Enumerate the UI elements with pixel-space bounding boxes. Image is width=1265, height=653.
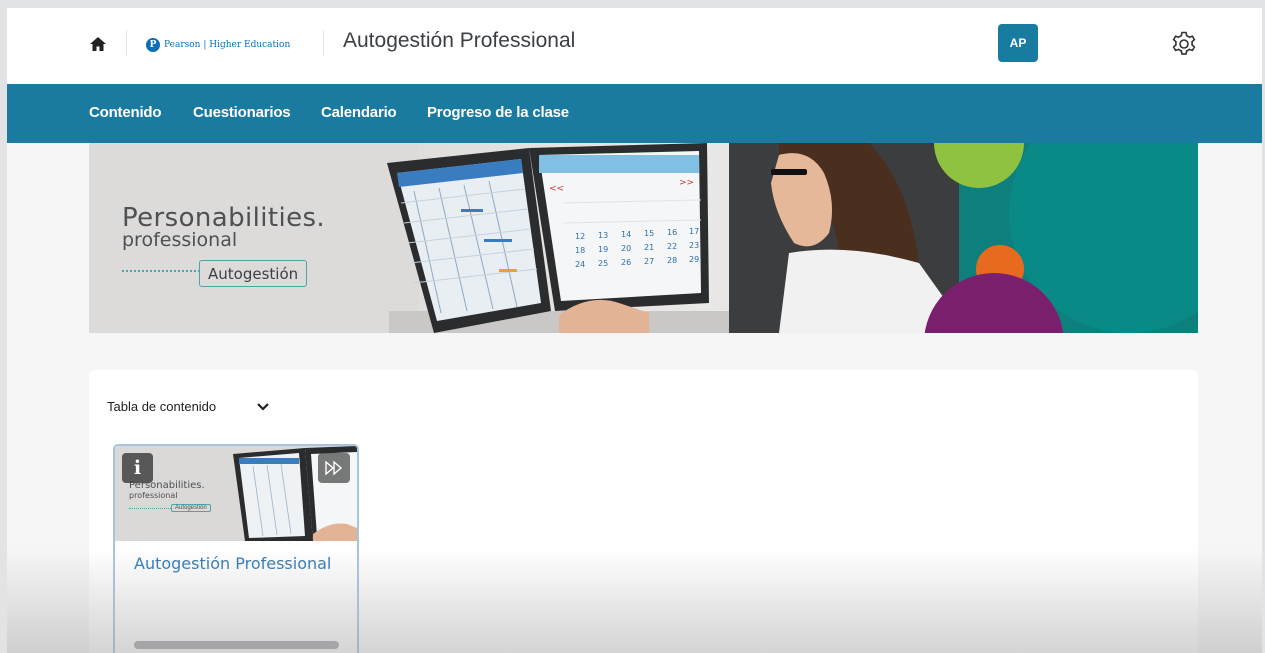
nav-bar: Contenido Cuestionarios Calendario Progr… <box>7 84 1262 143</box>
pearson-logo-mark: P <box>146 38 160 52</box>
header-separator <box>126 30 127 56</box>
calendar-day-number: 24 <box>575 260 585 269</box>
header: P Pearson | Higher Education Autogestión… <box>7 8 1262 84</box>
nav-item-cuestionarios[interactable]: Cuestionarios <box>193 104 291 121</box>
calendar-day-number: 13 <box>598 231 608 240</box>
username-redaction <box>1050 30 1154 52</box>
chevron-down-icon[interactable] <box>256 402 270 412</box>
nav-item-contenido[interactable]: Contenido <box>89 104 162 121</box>
calendar-day-number: 17 <box>689 227 699 236</box>
content-card: Tabla de contenido Personabilities. prof… <box>89 370 1198 653</box>
tile-brand-divider <box>129 508 171 509</box>
banner-brand-tag: Autogestión <box>199 260 308 287</box>
calendar-day-number: 14 <box>621 230 631 239</box>
course-tile-title[interactable]: Autogestión Professional <box>134 555 334 573</box>
calendar-day-number: 29 <box>689 255 699 264</box>
pearson-logo[interactable]: P Pearson | Higher Education <box>146 36 290 54</box>
calendar-day-number: 15 <box>644 229 654 238</box>
calendar-day-number: 28 <box>667 256 677 265</box>
banner-brand-divider <box>122 270 200 272</box>
calendar-day-number: 25 <box>598 259 608 268</box>
calendar-day-number: 26 <box>621 258 631 267</box>
tile-brand-tag: Autogestión <box>171 504 211 512</box>
avatar[interactable]: AP <box>998 24 1038 62</box>
calendar-day-number: 20 <box>621 244 631 253</box>
gear-icon[interactable] <box>1169 29 1199 59</box>
home-icon[interactable] <box>88 34 108 54</box>
toc-toggle-label[interactable]: Tabla de contenido <box>107 399 216 414</box>
course-tile[interactable]: Personabilities. professional Autogestió… <box>113 444 359 653</box>
course-tile-progress-bar <box>134 641 339 649</box>
calendar-day-number: 19 <box>598 245 608 254</box>
info-button[interactable]: i <box>122 453 153 483</box>
svg-text:>>: >> <box>679 178 694 188</box>
header-separator <box>323 30 324 56</box>
banner-brand-subtitle: professional <box>122 229 238 251</box>
banner-illustration: << >> 12 13 14 15 16 17 18 19 20 21 22 2… <box>89 143 1198 333</box>
play-forward-button[interactable] <box>318 453 350 483</box>
calendar-day-number: 21 <box>644 243 654 252</box>
window-left-edge <box>0 8 7 653</box>
calendar-day-number: 12 <box>575 232 585 241</box>
course-title[interactable]: Autogestión Professional <box>343 29 575 53</box>
calendar-day-number: 22 <box>667 242 677 251</box>
calendar-day-number: 18 <box>575 246 585 255</box>
info-icon: i <box>133 457 142 479</box>
course-banner: << >> 12 13 14 15 16 17 18 19 20 21 22 2… <box>89 143 1198 333</box>
tile-brand-subtitle: professional <box>129 491 178 500</box>
window-top-strip <box>0 0 1265 8</box>
calendar-day-number: 16 <box>667 228 677 237</box>
course-tile-thumbnail: Personabilities. professional Autogestió… <box>115 446 357 541</box>
nav-item-progreso[interactable]: Progreso de la clase <box>427 104 569 121</box>
calendar-day-number: 23 <box>689 241 699 250</box>
svg-text:<<: << <box>549 184 564 194</box>
calendar-day-number: 27 <box>644 257 654 266</box>
pearson-logo-text: Pearson | Higher Education <box>164 40 291 50</box>
nav-item-calendario[interactable]: Calendario <box>321 104 397 121</box>
play-forward-icon <box>325 461 343 475</box>
page-frame: P Pearson | Higher Education Autogestión… <box>7 8 1262 653</box>
